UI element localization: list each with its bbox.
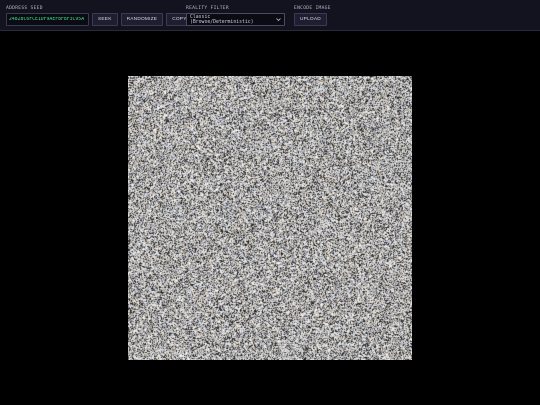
address-seed-group: ADDRESS SEED SEEK RANDOMIZE COPY [6, 5, 193, 26]
address-seed-input[interactable] [6, 13, 89, 26]
noise-image-canvas [128, 76, 412, 360]
encode-image-label: ENCODE IMAGE [294, 6, 331, 11]
seek-button[interactable]: SEEK [92, 13, 118, 26]
toolbar: ADDRESS SEED SEEK RANDOMIZE COPY REALITY… [0, 0, 540, 31]
noise-image [128, 76, 412, 360]
reality-filter-label: REALITY FILTER [186, 6, 229, 11]
chevron-down-icon [276, 18, 281, 22]
reality-filter-group: REALITY FILTER Classic (Browse/Determini… [186, 5, 285, 26]
encode-image-group: ENCODE IMAGE UPLOAD [294, 5, 331, 26]
randomize-button[interactable]: RANDOMIZE [120, 13, 164, 26]
reality-filter-select[interactable]: Classic (Browse/Deterministic) [186, 13, 285, 26]
address-seed-label: ADDRESS SEED [6, 6, 43, 11]
upload-button[interactable]: UPLOAD [294, 13, 327, 26]
reality-filter-selected: Classic (Browse/Deterministic) [190, 14, 254, 25]
